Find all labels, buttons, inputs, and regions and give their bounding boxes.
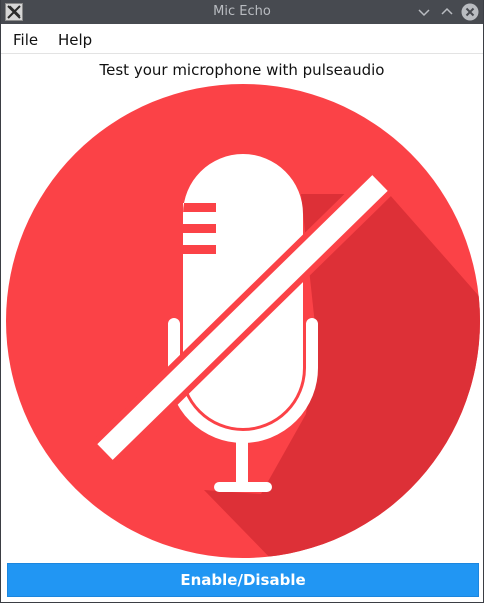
microphone-muted-icon: [6, 84, 480, 558]
enable-disable-button[interactable]: Enable/Disable: [7, 563, 479, 597]
menu-bar: File Help: [1, 24, 483, 54]
menu-file[interactable]: File: [13, 31, 38, 49]
app-window: Mic Echo File Help Test your microphone …: [0, 0, 484, 603]
menu-help[interactable]: Help: [58, 31, 92, 49]
chevron-down-icon[interactable]: [415, 3, 433, 21]
instruction-text: Test your microphone with pulseaudio: [99, 61, 385, 79]
close-icon[interactable]: [461, 3, 479, 21]
window-title: Mic Echo: [213, 4, 271, 19]
chevron-up-icon[interactable]: [438, 3, 456, 21]
title-bar[interactable]: Mic Echo: [1, 0, 483, 24]
